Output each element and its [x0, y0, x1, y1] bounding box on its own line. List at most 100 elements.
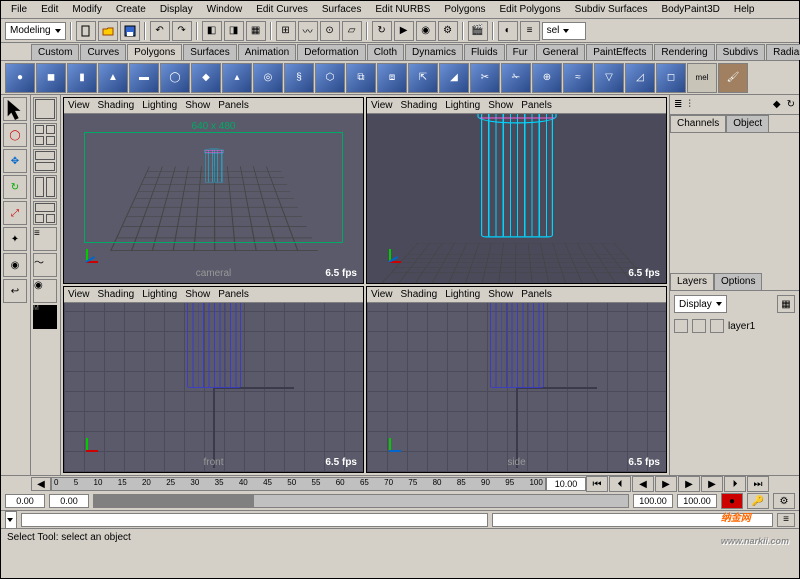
menuset-dropdown[interactable]: Modeling	[5, 22, 66, 40]
hypershade-button[interactable]: ◐	[498, 21, 518, 41]
menu-surfaces[interactable]: Surfaces	[316, 2, 367, 17]
vp-menu-shading[interactable]: Shading	[401, 100, 438, 111]
vp-menu-show[interactable]: Show	[488, 289, 513, 300]
shelf-tab-fur[interactable]: Fur	[506, 44, 535, 60]
new-layer-button[interactable]: ▦	[777, 295, 795, 313]
poly-cube-button[interactable]: ◼	[36, 63, 66, 93]
tab-object[interactable]: Object	[726, 115, 769, 132]
scene-end-field[interactable]	[677, 494, 717, 508]
poly-reduce-button[interactable]: ▽	[594, 63, 624, 93]
move-tool[interactable]: ✥	[3, 149, 27, 173]
poly-bevel-button[interactable]: ◢	[439, 63, 469, 93]
play-fwd-button[interactable]: ▶	[678, 476, 700, 492]
menu-edit-nurbs[interactable]: Edit NURBS	[369, 2, 436, 17]
poly-pyramid-button[interactable]: ▴	[222, 63, 252, 93]
range-bar[interactable]	[93, 494, 629, 508]
poly-smooth-button[interactable]: ≈	[563, 63, 593, 93]
layer-visible-toggle[interactable]	[674, 319, 688, 333]
lasso-tool[interactable]: ◯	[3, 123, 27, 147]
poly-combine-button[interactable]: ⧉	[346, 63, 376, 93]
poly-prism-button[interactable]: ◆	[191, 63, 221, 93]
poly-cut-button[interactable]: ✁	[501, 63, 531, 93]
snap-plane-button[interactable]: ▱	[342, 21, 362, 41]
time-ruler-handle-left[interactable]: ◀	[31, 477, 51, 491]
vp-menu-shading[interactable]: Shading	[401, 289, 438, 300]
save-scene-button[interactable]	[120, 21, 140, 41]
menu-create[interactable]: Create	[110, 2, 152, 17]
redo-button[interactable]: ↷	[172, 21, 192, 41]
menu-window[interactable]: Window	[201, 2, 249, 17]
select-hierarchy-button[interactable]: ◧	[202, 21, 222, 41]
vp-menu-lighting[interactable]: Lighting	[445, 289, 480, 300]
layout-graph[interactable]: 〜	[33, 253, 57, 277]
channel-refresh-icon[interactable]: ↻	[787, 99, 795, 110]
poly-split-button[interactable]: ✂	[470, 63, 500, 93]
vp-menu-panels[interactable]: Panels	[521, 289, 552, 300]
play-back-button[interactable]: ▶	[655, 476, 677, 492]
poly-helix-button[interactable]: §	[284, 63, 314, 93]
shelf-tab-radiant[interactable]: RadiantSquare	[766, 44, 800, 60]
vp-menu-view[interactable]: View	[68, 100, 90, 111]
viewport-front-view[interactable]: front 6.5 fps	[64, 303, 363, 472]
poly-soccer-button[interactable]: ⬡	[315, 63, 345, 93]
layout-four[interactable]	[33, 123, 57, 147]
menu-edit-curves[interactable]: Edit Curves	[250, 2, 314, 17]
channel-icon2[interactable]: ⫶	[688, 99, 691, 110]
shelf-tab-rendering[interactable]: Rendering	[654, 44, 714, 60]
poly-mel-button[interactable]: mel	[687, 63, 717, 93]
ipr-button[interactable]: ◉	[416, 21, 436, 41]
shelf-tab-fluids[interactable]: Fluids	[464, 44, 505, 60]
scene-start-field[interactable]	[5, 494, 45, 508]
shelf-tab-cloth[interactable]: Cloth	[367, 44, 404, 60]
vp-menu-panels[interactable]: Panels	[218, 100, 249, 111]
playblast-button[interactable]: 🎬	[468, 21, 488, 41]
channel-color-icon[interactable]: ◆	[773, 99, 781, 110]
shelf-tab-custom[interactable]: Custom	[31, 44, 79, 60]
fast-fwd-button[interactable]: ⏭	[747, 476, 769, 492]
layer-name[interactable]: layer1	[728, 321, 755, 332]
poly-sphere-button[interactable]: ●	[5, 63, 35, 93]
current-time-field[interactable]	[546, 477, 586, 491]
shelf-tab-painteffects[interactable]: PaintEffects	[586, 44, 653, 60]
new-scene-button[interactable]	[76, 21, 96, 41]
menu-edit-polygons[interactable]: Edit Polygons	[494, 2, 567, 17]
last-tool[interactable]: ↩	[3, 279, 27, 303]
range-start-field[interactable]	[49, 494, 89, 508]
vp-menu-lighting[interactable]: Lighting	[142, 289, 177, 300]
rotate-tool[interactable]: ↻	[3, 175, 27, 199]
vp-menu-shading[interactable]: Shading	[98, 100, 135, 111]
poly-extract-button[interactable]: ⧈	[377, 63, 407, 93]
poly-paint-button[interactable]: 🖌	[718, 63, 748, 93]
vp-menu-show[interactable]: Show	[185, 100, 210, 111]
step-back-button[interactable]: ⏴	[609, 476, 631, 492]
vp-menu-lighting[interactable]: Lighting	[445, 100, 480, 111]
select-component-button[interactable]: ▦	[246, 21, 266, 41]
open-scene-button[interactable]	[98, 21, 118, 41]
poly-cone-button[interactable]: ▲	[98, 63, 128, 93]
quickselect-field[interactable]: sel	[542, 22, 586, 40]
poly-quad-button[interactable]: ◻	[656, 63, 686, 93]
layer-color-swatch[interactable]	[710, 319, 724, 333]
next-key-button[interactable]: ▶	[701, 476, 723, 492]
vp-menu-shading[interactable]: Shading	[98, 289, 135, 300]
vp-menu-panels[interactable]: Panels	[218, 289, 249, 300]
cmd-lang-dropdown[interactable]	[5, 511, 17, 529]
layout-outliner[interactable]: ≡	[33, 227, 57, 251]
shelf-tab-curves[interactable]: Curves	[80, 44, 126, 60]
history-on-button[interactable]: ↻	[372, 21, 392, 41]
tab-layers[interactable]: Layers	[670, 273, 714, 290]
select-tool[interactable]	[3, 97, 27, 121]
layout-three[interactable]	[33, 201, 57, 225]
manipulator-tool[interactable]: ✦	[3, 227, 27, 251]
vp-menu-view[interactable]: View	[371, 289, 393, 300]
vp-menu-show[interactable]: Show	[185, 289, 210, 300]
shelf-tab-surfaces[interactable]: Surfaces	[183, 44, 236, 60]
poly-torus-button[interactable]: ◯	[160, 63, 190, 93]
layout-hyper[interactable]: ◉	[33, 279, 57, 303]
menu-polygons[interactable]: Polygons	[438, 2, 491, 17]
snap-curve-button[interactable]: 〰	[298, 21, 318, 41]
viewport-persp-view[interactable]: 640 x 480 cameral 6.5 fps	[64, 114, 363, 283]
shelf-tab-polygons[interactable]: Polygons	[127, 44, 182, 60]
vp-menu-view[interactable]: View	[371, 100, 393, 111]
menu-subdiv[interactable]: Subdiv Surfaces	[569, 2, 654, 17]
